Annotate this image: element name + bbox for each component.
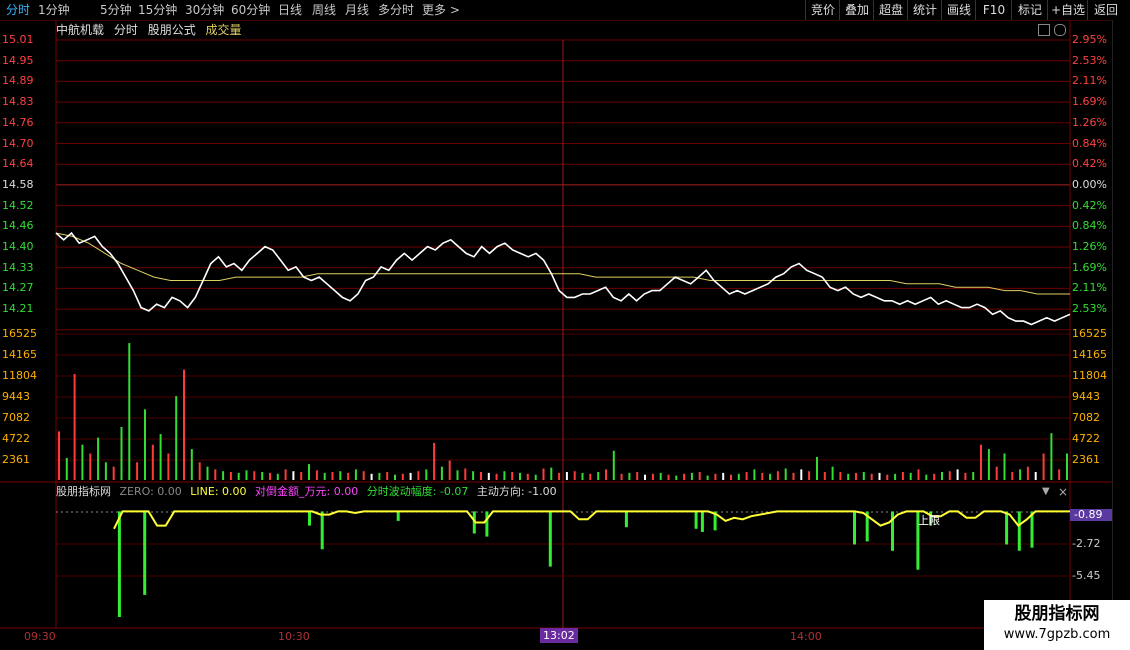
price-tick-label: 14.89	[2, 74, 34, 88]
price-tick-label: 14.33	[2, 260, 34, 274]
time-axis: 09:30 10:30 13:02 14:00	[0, 628, 1130, 644]
price-tick-label: 14.40	[2, 240, 34, 253]
side-panel-strip[interactable]	[1112, 20, 1130, 628]
indicator-header: 股朋指标网 ZERO: 0.00 LINE: 0.00 对倒金额_万元: 0.0…	[56, 484, 562, 500]
price-tick-label: 14.27	[2, 281, 34, 295]
volume-tick-label: 11804	[2, 369, 37, 382]
volume-tick-label: 7082	[2, 411, 30, 424]
price-tick-label: 14.83	[2, 95, 34, 109]
price-tick-label: 14.64	[2, 157, 34, 171]
price-tick-label: 14.76	[2, 115, 34, 129]
price-tick-label: 14.95	[2, 53, 34, 67]
price-tick-label: 14.21	[2, 302, 34, 316]
volatility-label: 分时波动幅度: -0.07	[366, 485, 469, 498]
price-tick-label: 14.46	[2, 219, 34, 233]
amount-label: 对倒金额_万元: 0.00	[255, 485, 359, 498]
volume-tick-label: 2361	[2, 453, 30, 466]
volume-tick-label: 9443	[2, 390, 30, 403]
time-cursor-label: 13:02	[540, 628, 578, 643]
time-label-0930: 09:30	[24, 630, 56, 643]
volume-tick-label: 16525	[2, 327, 37, 340]
price-tick-label: 14.52	[2, 198, 34, 212]
volume-tick-label: 4722	[2, 432, 30, 445]
zero-label: ZERO: 0.00	[119, 485, 182, 498]
close-icon[interactable]: ×	[1058, 485, 1068, 499]
time-label-1030: 10:30	[278, 630, 310, 643]
chevron-down-icon[interactable]: ▼	[1042, 486, 1050, 497]
watermark-url: www.7gpzb.com	[1003, 627, 1111, 642]
watermark-title: 股朋指标网	[1014, 604, 1100, 624]
chart-canvas	[0, 20, 1112, 629]
watermark: 股朋指标网 www.7gpzb.com	[984, 600, 1130, 650]
direction-label: 主动方向: -1.00	[476, 485, 557, 498]
line-label: LINE: 0.00	[190, 485, 247, 498]
indicator-bars	[117, 511, 1034, 617]
price-tick-label: 15.01	[2, 33, 34, 46]
price-tick-label: 14.70	[2, 136, 34, 150]
upper-limit-label: 上限	[918, 514, 940, 527]
indicator-name[interactable]: 股朋指标网	[56, 485, 111, 498]
volume-tick-label: 14165	[2, 348, 37, 361]
indicator-current-value: -0.89	[1070, 509, 1116, 521]
price-tick-label: 14.58	[2, 177, 34, 191]
time-label-1400: 14:00	[790, 630, 822, 643]
